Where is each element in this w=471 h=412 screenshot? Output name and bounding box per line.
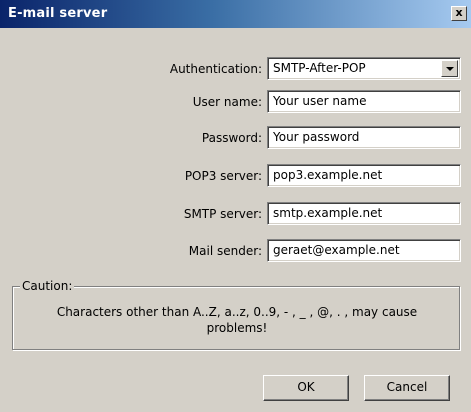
dropdown-button[interactable] [441, 60, 458, 77]
caution-message: Characters other than A..Z, a..z, 0..9, … [22, 304, 452, 336]
title-bar[interactable]: E-mail server x [0, 0, 471, 28]
pop3-server-input[interactable]: pop3.example.net [267, 164, 461, 187]
smtp-server-input[interactable]: smtp.example.net [267, 202, 461, 225]
window-title: E-mail server [8, 6, 108, 21]
cancel-button[interactable]: Cancel [364, 375, 450, 401]
user-name-input[interactable]: Your user name [267, 90, 461, 113]
pop3-server-label: POP3 server: [184, 169, 262, 183]
password-label: Password: [201, 131, 262, 145]
email-server-dialog: E-mail server x Authentication: SMTP-Aft… [0, 0, 471, 412]
caution-line-2: problems! [206, 321, 268, 335]
authentication-label: Authentication: [169, 62, 262, 76]
caution-line-1: Characters other than A..Z, a..z, 0..9, … [56, 305, 418, 319]
chevron-down-icon [446, 67, 454, 71]
authentication-select[interactable]: SMTP-After-POP [267, 57, 461, 80]
smtp-server-label: SMTP server: [183, 207, 262, 221]
mail-sender-label: Mail sender: [188, 244, 262, 258]
authentication-value: SMTP-After-POP [273, 61, 366, 75]
caution-legend: Caution: [20, 279, 75, 293]
close-button[interactable]: x [451, 6, 467, 21]
user-name-label: User name: [192, 95, 262, 109]
close-icon: x [455, 6, 463, 19]
password-input[interactable]: Your password [267, 126, 461, 149]
mail-sender-input[interactable]: geraet@example.net [267, 239, 461, 262]
ok-button[interactable]: OK [263, 375, 349, 401]
